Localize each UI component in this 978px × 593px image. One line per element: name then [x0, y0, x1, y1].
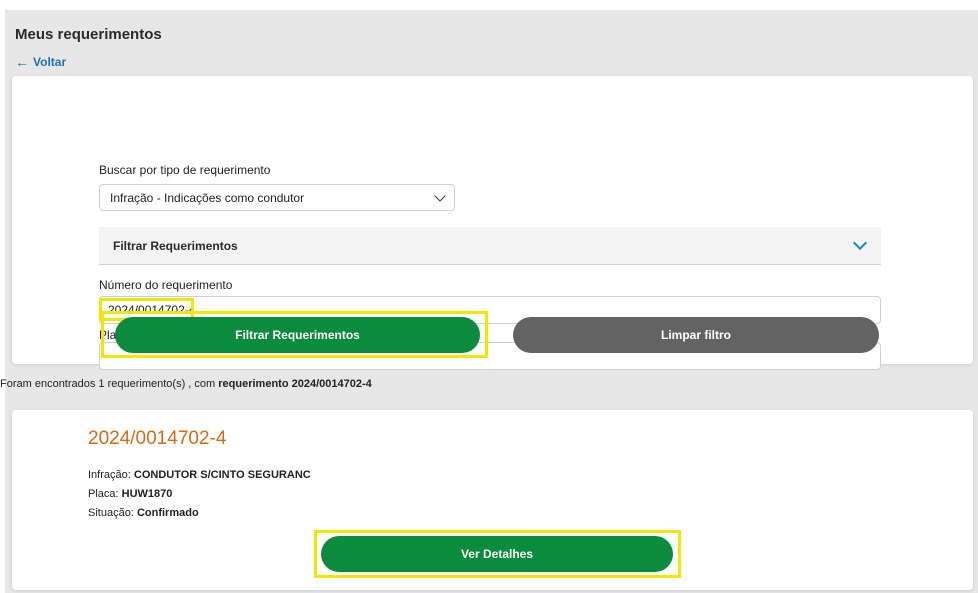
- infraction-label: Infração:: [88, 469, 131, 481]
- results-summary-text: Foram encontrados 1 requerimento(s) , co…: [0, 378, 219, 390]
- chevron-down-icon: [852, 235, 868, 251]
- filter-accordion-header[interactable]: Filtrar Requerimentos: [99, 227, 881, 265]
- filter-requests-button[interactable]: Filtrar Requerimentos: [115, 317, 480, 353]
- plate-row: Placa: HUW1870: [88, 488, 172, 500]
- results-summary-query: requerimento 2024/0014702-4: [218, 378, 372, 390]
- plate-label: Placa:: [88, 488, 119, 500]
- clear-filter-button[interactable]: Limpar filtro: [513, 317, 879, 353]
- arrow-left-icon: ←: [15, 54, 29, 70]
- status-row: Situação: Confirmado: [88, 507, 199, 519]
- plate-value: HUW1870: [121, 488, 173, 500]
- back-link-label: Voltar: [33, 55, 67, 69]
- infraction-value: CONDUTOR S/CINTO SEGURANC: [133, 469, 311, 481]
- request-number-title: 2024/0014702-4: [88, 428, 227, 449]
- filter-accordion-title: Filtrar Requerimentos: [113, 238, 238, 253]
- request-number-label: Número do requerimento: [99, 278, 233, 292]
- request-type-label: Buscar por tipo de requerimento: [99, 163, 271, 177]
- request-type-selected-value: Infração - Indicações como condutor: [110, 190, 305, 205]
- back-link[interactable]: ← Voltar: [15, 55, 66, 69]
- status-value: Confirmado: [136, 507, 199, 519]
- infraction-row: Infração: CONDUTOR S/CINTO SEGURANC: [88, 469, 311, 481]
- results-summary: Foram encontrados 1 requerimento(s) , co…: [0, 378, 372, 390]
- request-type-select[interactable]: Infração - Indicações como condutor: [99, 184, 455, 211]
- page-title: Meus requerimentos: [15, 26, 162, 43]
- view-details-button[interactable]: Ver Detalhes: [321, 536, 673, 572]
- chevron-down-icon: [434, 189, 446, 202]
- status-label: Situação:: [88, 507, 134, 519]
